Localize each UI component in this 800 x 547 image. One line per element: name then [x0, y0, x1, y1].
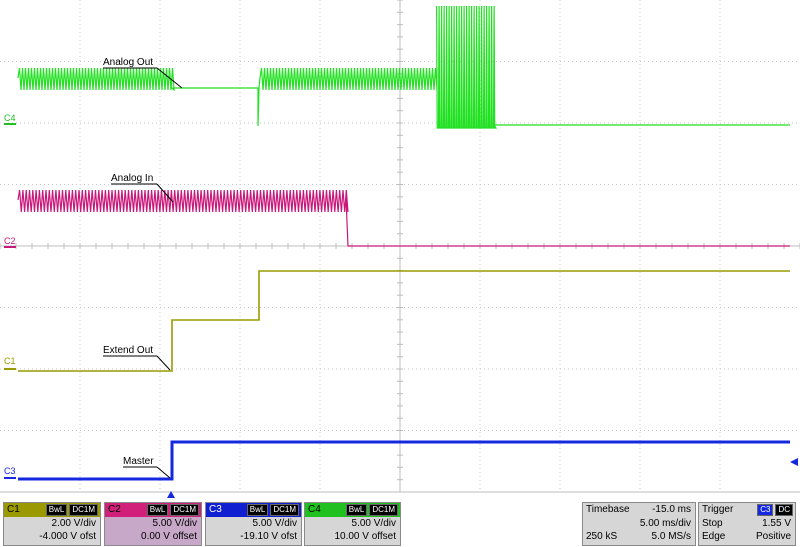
trigger-level: 1.55 V [762, 518, 791, 529]
trigger-mode: Stop [702, 518, 723, 529]
marker-c4[interactable]: C4 [4, 113, 16, 123]
channel-panel-c4[interactable]: C4 BwL DC1M 5.00 V/div 10.00 V offset [304, 502, 401, 546]
c1-vdiv: 2.00 V/div [51, 518, 96, 529]
trigger-label: Trigger [702, 504, 734, 515]
c4-name: C4 [308, 504, 321, 515]
timebase-tdiv: 5.00 ms/div [639, 518, 691, 529]
c2-vdiv: 5.00 V/div [152, 518, 197, 529]
c2-offset: 0.00 V offset [141, 531, 197, 542]
trigger-type: Edge [702, 531, 726, 542]
c3-coupling-badge: DC1M [270, 504, 299, 516]
c2-name: C2 [108, 504, 121, 515]
channel-panel-c1[interactable]: C1 BwL DC1M 2.00 V/div -4.000 V ofst [3, 502, 101, 546]
marker-c2[interactable]: C2 [4, 236, 16, 246]
c3-offset: -19.10 V ofst [240, 531, 297, 542]
annotation-master-label: Master [123, 456, 154, 467]
c4-offset: 10.00 V offset [334, 531, 396, 542]
c4-bwl-badge: BwL [345, 504, 368, 516]
c2-coupling-badge: DC1M [170, 504, 199, 516]
c4-vdiv: 5.00 V/div [351, 518, 396, 529]
timebase-label: Timebase [586, 504, 630, 515]
c2-bwl-badge: BwL [146, 504, 169, 516]
timebase-delay: -15.0 ms [652, 504, 691, 515]
c3-vdiv: 5.00 V/div [252, 518, 297, 529]
c3-name: C3 [209, 504, 222, 515]
annotation-extend-out-label: Extend Out [103, 345, 153, 356]
c3-bwl-badge: BwL [246, 504, 269, 516]
annotation-analog-in-label: Analog In [111, 173, 153, 184]
trigger-channel-badge: C3 [757, 504, 774, 516]
c1-offset: -4.000 V ofst [39, 531, 96, 542]
c1-coupling-badge: DC1M [69, 504, 98, 516]
marker-c3[interactable]: C3 [4, 466, 16, 476]
channel-panel-c2[interactable]: C2 BwL DC1M 5.00 V/div 0.00 V offset [104, 502, 202, 546]
waveform-display[interactable]: Analog Out Analog In Extend Out Master C… [0, 0, 800, 500]
timebase-samples: 250 kS [586, 531, 618, 542]
trigger-coupling-badge: DC [775, 504, 793, 516]
trigger-slope: Positive [755, 531, 791, 542]
trigger-panel[interactable]: Trigger C3 DC Stop 1.55 V Edge Positive [698, 502, 796, 546]
info-bar: C1 BwL DC1M 2.00 V/div -4.000 V ofst C2 B… [0, 500, 800, 547]
c1-bwl-badge: BwL [45, 504, 68, 516]
c1-name: C1 [7, 504, 20, 515]
marker-c1[interactable]: C1 [4, 356, 16, 366]
annotation-analog-out-label: Analog Out [103, 57, 153, 68]
timebase-panel[interactable]: Timebase -15.0 ms 5.00 ms/div 250 kS 5.0… [582, 502, 696, 546]
c4-coupling-badge: DC1M [369, 504, 398, 516]
channel-panel-c3[interactable]: C3 BwL DC1M 5.00 V/div -19.10 V ofst [205, 502, 302, 546]
timebase-rate: 5.0 MS/s [651, 531, 691, 542]
